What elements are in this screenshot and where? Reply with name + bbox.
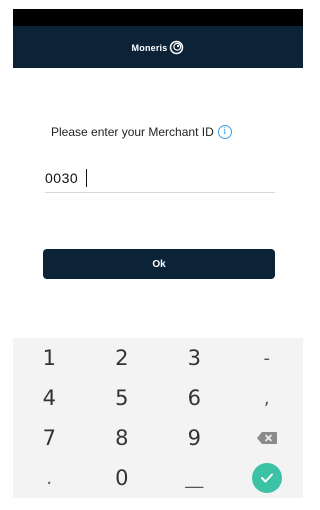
numeric-keypad: 1 2 3 - 4 5 6 , 7 8 9 . 0 __	[13, 338, 303, 498]
key-0[interactable]: 0	[86, 458, 159, 498]
merchant-id-value: 0030	[45, 170, 79, 186]
ok-button[interactable]: Ok	[43, 249, 275, 279]
text-caret	[86, 169, 88, 187]
merchant-form: Please enter your Merchant ID i 0030 Ok	[13, 68, 303, 338]
moneris-swirl-logo-icon	[170, 40, 184, 54]
key-8[interactable]: 8	[86, 418, 159, 458]
key-4[interactable]: 4	[13, 378, 86, 418]
device-screen: Moneris Please enter your Merchant ID i …	[0, 0, 303, 510]
key-comma[interactable]: ,	[231, 378, 304, 418]
key-underscore[interactable]: __	[158, 458, 231, 498]
backspace-icon	[256, 432, 277, 444]
key-period[interactable]: .	[13, 458, 86, 498]
enter-key-circle	[251, 463, 282, 493]
key-3[interactable]: 3	[158, 338, 231, 378]
key-2[interactable]: 2	[86, 338, 159, 378]
brand-name: Moneris	[131, 42, 168, 53]
key-9[interactable]: 9	[158, 418, 231, 458]
key-6[interactable]: 6	[158, 378, 231, 418]
status-bar	[13, 9, 303, 26]
key-minus[interactable]: -	[231, 338, 304, 378]
merchant-id-field[interactable]: 0030	[45, 164, 275, 193]
key-7[interactable]: 7	[13, 418, 86, 458]
bottom-strip	[13, 498, 303, 510]
key-backspace[interactable]	[231, 418, 304, 458]
check-icon	[260, 473, 273, 483]
brand: Moneris	[132, 40, 185, 55]
key-5[interactable]: 5	[86, 378, 159, 418]
key-1[interactable]: 1	[13, 338, 86, 378]
app-header: Moneris	[13, 26, 303, 68]
key-enter[interactable]	[231, 458, 304, 498]
merchant-prompt: Please enter your Merchant ID i	[51, 125, 232, 139]
info-icon[interactable]: i	[217, 125, 232, 139]
merchant-prompt-text: Please enter your Merchant ID	[51, 125, 214, 139]
